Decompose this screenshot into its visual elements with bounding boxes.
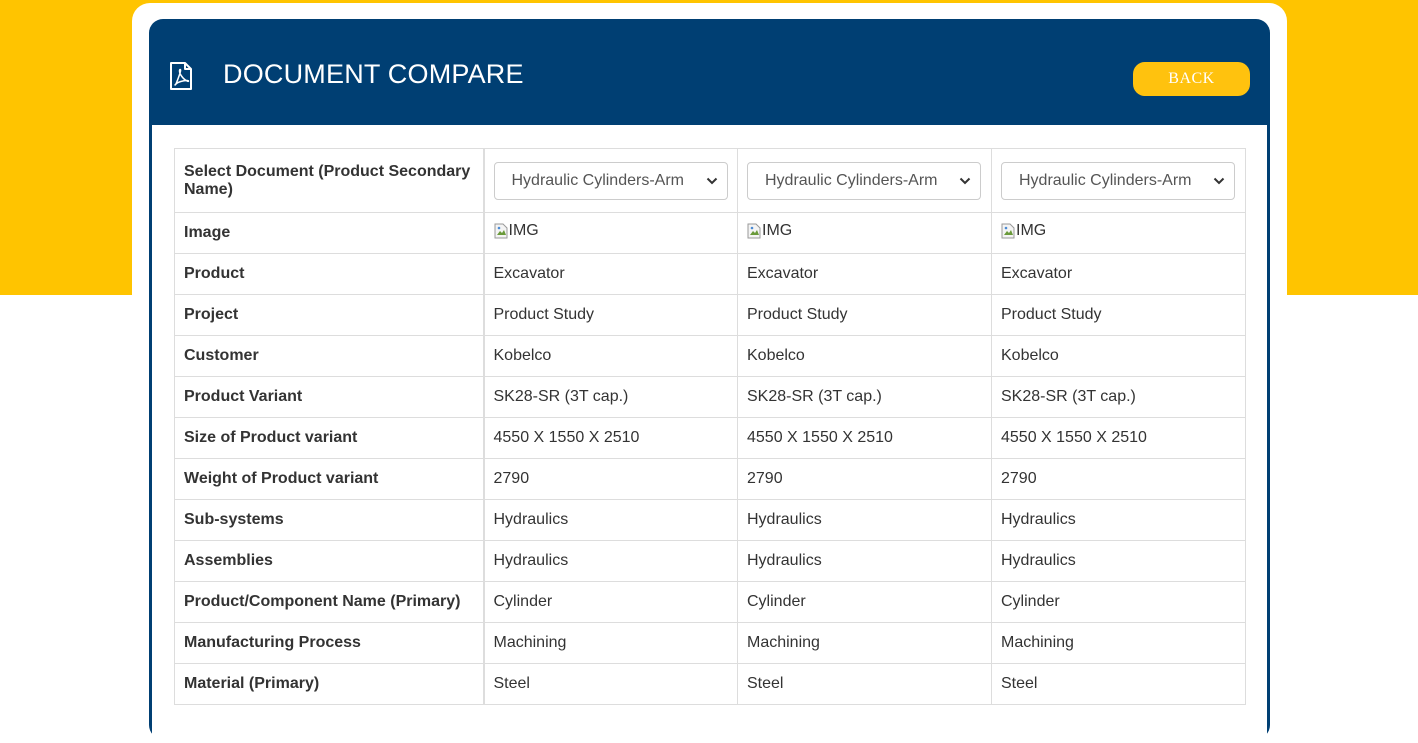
image-cell: IMG	[991, 212, 1246, 254]
table-row: Material (Primary) Steel Steel Steel	[174, 663, 1246, 705]
image-cell: IMG	[737, 212, 992, 254]
table-cell: Product Study	[737, 294, 992, 336]
table-cell: SK28-SR (3T cap.)	[737, 376, 992, 418]
broken-image: IMG	[494, 222, 539, 240]
table-cell: Hydraulics	[991, 540, 1246, 582]
table-cell: 2790	[482, 458, 738, 500]
panel-border-right	[1267, 125, 1270, 739]
page-title: DOCUMENT COMPARE	[223, 59, 524, 89]
table-cell: 2790	[737, 458, 992, 500]
table-cell: Machining	[737, 622, 992, 664]
table-row-image: Image IMG IMG IMG	[174, 212, 1246, 254]
table-cell: Kobelco	[482, 335, 738, 377]
document-select-value: Hydraulic Cylinders-Arm	[765, 171, 938, 189]
table-cell: Machining	[482, 622, 738, 664]
table-row: Product/Component Name (Primary) Cylinder…	[174, 581, 1246, 623]
table-cell: Hydraulics	[737, 499, 992, 541]
table-row-select-document: Select Document (Product Secondary Name)…	[174, 148, 1246, 213]
row-label: Select Document (Product Secondary Name)	[174, 148, 484, 213]
table-cell: Excavator	[737, 253, 992, 295]
panel-header: DOCUMENT COMPARE BACK	[149, 19, 1270, 125]
table-cell: 2790	[991, 458, 1246, 500]
broken-image-icon	[494, 223, 507, 239]
row-label: Product Variant	[174, 376, 484, 418]
compare-table-body: Product Excavator Excavator Excavator Projec…	[174, 253, 1246, 705]
pdf-icon	[170, 62, 192, 90]
table-cell: Steel	[482, 663, 738, 705]
row-label: Product/Component Name (Primary)	[174, 581, 484, 623]
document-select-value: Hydraulic Cylinders-Arm	[1019, 171, 1192, 189]
select-cell: Hydraulic Cylinders-Arm	[737, 148, 992, 213]
back-button[interactable]: BACK	[1133, 62, 1250, 96]
table-cell: Kobelco	[737, 335, 992, 377]
table-row: Weight of Product variant 2790 2790 2790	[174, 458, 1246, 500]
table-row: Project Product Study Product Study Product…	[174, 294, 1246, 336]
image-cell: IMG	[482, 212, 738, 254]
chevron-down-icon	[950, 177, 980, 185]
compare-table: Select Document (Product Secondary Name)…	[174, 148, 1246, 705]
document-select-value: Hydraulic Cylinders-Arm	[511, 171, 684, 189]
row-label: Manufacturing Process	[174, 622, 484, 664]
document-select-3[interactable]: Hydraulic Cylinders-Arm	[1001, 161, 1235, 200]
table-cell: Cylinder	[991, 581, 1246, 623]
table-cell: Hydraulics	[482, 540, 738, 582]
table-row: Sub-systems Hydraulics Hydraulics Hydraulic…	[174, 499, 1246, 541]
row-label: Project	[174, 294, 484, 336]
table-cell: SK28-SR (3T cap.)	[991, 376, 1246, 418]
table-cell: Excavator	[991, 253, 1246, 295]
row-label: Material (Primary)	[174, 663, 484, 705]
panel-border-left	[149, 125, 152, 739]
document-select-1[interactable]: Hydraulic Cylinders-Arm	[493, 161, 728, 200]
broken-image: IMG	[747, 222, 792, 240]
chevron-down-icon	[697, 177, 727, 185]
table-cell: 4550 X 1550 X 2510	[737, 417, 992, 459]
image-alt-text: IMG	[1016, 222, 1047, 239]
table-cell: Steel	[737, 663, 992, 705]
row-label: Assemblies	[174, 540, 484, 582]
table-cell: Kobelco	[991, 335, 1246, 377]
table-row: Product Variant SK28-SR (3T cap.) SK28-SR …	[174, 376, 1246, 418]
table-cell: Excavator	[482, 253, 738, 295]
table-cell: 4550 X 1550 X 2510	[482, 417, 738, 459]
table-row: Size of Product variant 4550 X 1550 X 251…	[174, 417, 1246, 459]
table-cell: Hydraulics	[482, 499, 738, 541]
broken-image-icon	[747, 223, 761, 239]
select-cell: Hydraulic Cylinders-Arm	[482, 148, 738, 213]
table-row: Manufacturing Process Machining Machining M…	[174, 622, 1246, 664]
broken-image-icon	[1001, 223, 1015, 239]
select-cell: Hydraulic Cylinders-Arm	[991, 148, 1246, 213]
table-cell: Product Study	[991, 294, 1246, 336]
table-row: Customer Kobelco Kobelco Kobelco	[174, 335, 1246, 377]
row-label: Customer	[174, 335, 484, 377]
table-cell: Steel	[991, 663, 1246, 705]
table-cell: Cylinder	[737, 581, 992, 623]
table-row: Assemblies Hydraulics Hydraulics Hydraulics	[174, 540, 1246, 582]
row-label: Image	[174, 212, 484, 254]
row-label: Sub-systems	[174, 499, 484, 541]
image-alt-text: IMG	[762, 222, 793, 239]
table-cell: Product Study	[482, 294, 738, 336]
table-cell: 4550 X 1550 X 2510	[991, 417, 1246, 459]
table-cell: Machining	[991, 622, 1246, 664]
row-label: Weight of Product variant	[174, 458, 484, 500]
chevron-down-icon	[1204, 177, 1234, 185]
table-row: Product Excavator Excavator Excavator	[174, 253, 1246, 295]
row-label: Product	[174, 253, 484, 295]
broken-image: IMG	[1001, 222, 1046, 240]
table-cell: Cylinder	[482, 581, 738, 623]
image-alt-text: IMG	[508, 222, 539, 239]
row-label: Size of Product variant	[174, 417, 484, 459]
table-cell: SK28-SR (3T cap.)	[482, 376, 738, 418]
table-cell: Hydraulics	[737, 540, 992, 582]
table-cell: Hydraulics	[991, 499, 1246, 541]
document-select-2[interactable]: Hydraulic Cylinders-Arm	[747, 161, 981, 200]
